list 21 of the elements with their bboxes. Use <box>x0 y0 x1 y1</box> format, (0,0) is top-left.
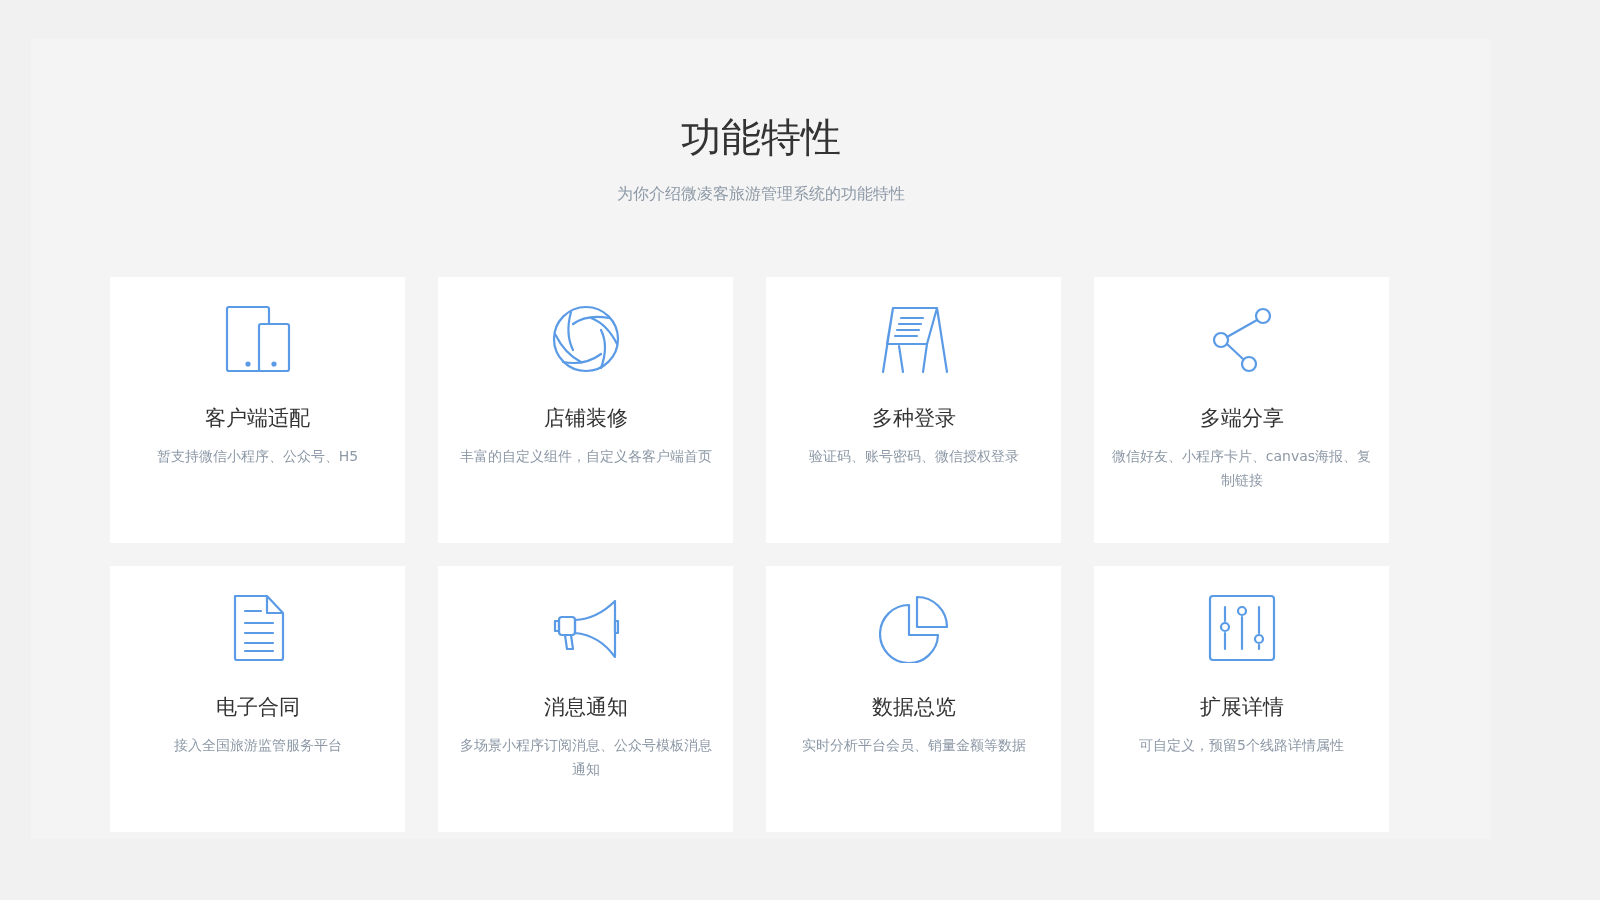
feature-description: 多场景小程序订阅消息、公众号模板消息通知 <box>458 736 713 779</box>
feature-description: 微信好友、小程序卡片、canvas海报、复制链接 <box>1110 447 1373 490</box>
feature-title: 客户端适配 <box>205 405 310 432</box>
sliders-icon <box>1206 593 1277 663</box>
feature-description: 验证码、账号密码、微信授权登录 <box>808 447 1019 466</box>
feature-description: 可自定义，预留5个线路详情属性 <box>1139 736 1344 755</box>
feature-description: 丰富的自定义组件，自定义各客户端首页 <box>459 447 712 466</box>
feature-title: 多端分享 <box>1199 405 1284 432</box>
feature-title: 扩展详情 <box>1199 694 1284 721</box>
feature-title: 电子合同 <box>215 694 300 721</box>
aperture-icon <box>550 304 621 374</box>
feature-description: 实时分析平台会员、销量金额等数据 <box>801 736 1026 755</box>
feature-title: 多种登录 <box>871 405 956 432</box>
feature-description: 接入全国旅游监管服务平台 <box>173 736 342 755</box>
section-title: 功能特性 <box>680 113 841 162</box>
feature-description: 暂支持微信小程序、公众号、H5 <box>156 447 359 466</box>
feature-title: 店铺装修 <box>543 405 628 432</box>
feature-title: 消息通知 <box>543 694 628 721</box>
section-subtitle: 为你介绍微凌客旅游管理系统的功能特性 <box>616 183 905 205</box>
pie-chart-icon <box>878 593 949 663</box>
feature-title: 数据总览 <box>871 694 956 721</box>
